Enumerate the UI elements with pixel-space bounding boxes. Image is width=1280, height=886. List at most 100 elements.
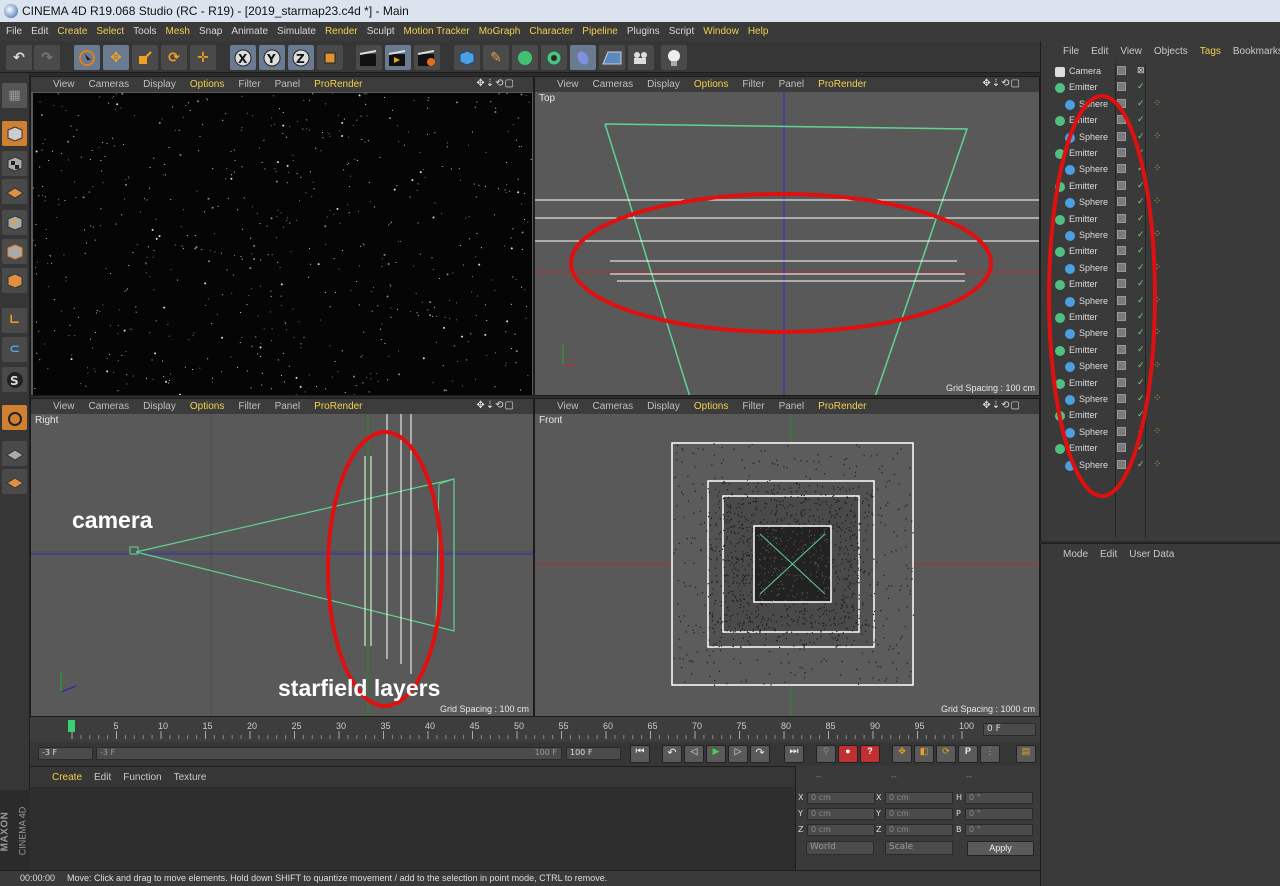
point-mode-icon[interactable] [2, 210, 27, 235]
cube-object-icon[interactable] [454, 45, 480, 70]
om-menu-file[interactable]: File [1063, 46, 1079, 57]
model-mode-icon[interactable] [2, 121, 27, 146]
render-settings-icon[interactable] [414, 45, 440, 70]
deformer-icon[interactable] [570, 45, 596, 70]
menu-animate[interactable]: Animate [231, 26, 268, 37]
vp-menu-prorender[interactable]: ProRender [314, 79, 362, 90]
coord-value-field[interactable]: 0 cm [807, 808, 875, 820]
vp-menu-panel[interactable]: Panel [275, 401, 301, 412]
menu-render[interactable]: Render [325, 26, 358, 37]
next-frame-icon[interactable]: ▷ [728, 745, 748, 763]
am-menu-user-data[interactable]: User Data [1129, 549, 1174, 560]
viewport-nav-icons[interactable]: ✥⇣⟲▢ [982, 78, 1021, 89]
coord-value-field[interactable]: 0 ° [965, 808, 1033, 820]
texture-mode-icon[interactable] [2, 151, 27, 176]
y-axis-lock-icon[interactable]: Y [259, 45, 285, 70]
previous-frame-icon[interactable]: ◁ [684, 745, 704, 763]
x-axis-lock-icon[interactable]: X [230, 45, 256, 70]
camera-object-icon[interactable] [628, 45, 654, 70]
mm-menu-function[interactable]: Function [123, 772, 161, 783]
previous-key-icon[interactable]: ↶ [662, 745, 682, 763]
timeline-ruler[interactable]: 0510152025303540455055606570758085909510… [30, 717, 1040, 742]
vp-menu-cameras[interactable]: Cameras [593, 401, 634, 412]
preview-range-slider[interactable]: -3 F 100 F [96, 747, 562, 760]
object-name[interactable]: Camera [1069, 66, 1101, 76]
vp-menu-display[interactable]: Display [143, 79, 176, 90]
om-menu-tags[interactable]: Tags [1200, 46, 1221, 57]
menu-simulate[interactable]: Simulate [277, 26, 316, 37]
enable-check-icon[interactable]: ⊠ [1137, 65, 1145, 76]
vp-menu-display[interactable]: Display [143, 401, 176, 412]
vp-menu-panel[interactable]: Panel [779, 79, 805, 90]
om-menu-edit[interactable]: Edit [1091, 46, 1108, 57]
coordinate-space-dropdown[interactable]: World [806, 841, 874, 855]
mm-menu-texture[interactable]: Texture [174, 772, 207, 783]
viewport-nav-icons[interactable]: ✥⇣⟲▢ [476, 400, 515, 411]
vp-menu-display[interactable]: Display [647, 401, 680, 412]
menu-snap[interactable]: Snap [199, 26, 222, 37]
timeline-playhead[interactable] [68, 720, 75, 732]
menu-mesh[interactable]: Mesh [166, 26, 190, 37]
solo-mode-icon[interactable] [2, 469, 27, 494]
max-time-field[interactable]: 100 F [566, 747, 621, 760]
coord-value-field[interactable]: 0 cm [807, 824, 875, 836]
coord-value-field[interactable]: 0 cm [885, 824, 953, 836]
am-menu-mode[interactable]: Mode [1063, 549, 1088, 560]
workplane-mode-icon[interactable] [2, 179, 27, 204]
layer-color-icon[interactable] [1117, 66, 1126, 75]
vp-menu-prorender[interactable]: ProRender [314, 401, 362, 412]
polygon-mode-icon[interactable] [2, 268, 27, 293]
make-editable-icon[interactable]: ▦ [2, 83, 27, 108]
vp-menu-filter[interactable]: Filter [238, 401, 260, 412]
menu-create[interactable]: Create [57, 26, 87, 37]
coord-value-field[interactable]: 0 ° [965, 824, 1033, 836]
keyframe-selection-icon[interactable]: ⚲ [816, 745, 836, 763]
snap-icon[interactable]: S [2, 367, 27, 392]
scale-tool-icon[interactable] [132, 45, 158, 70]
render-view-icon[interactable] [356, 45, 382, 70]
menu-window[interactable]: Window [703, 26, 739, 37]
menu-character[interactable]: Character [529, 26, 573, 37]
coord-value-field[interactable]: 0 ° [965, 792, 1033, 804]
live-selection-icon[interactable] [74, 45, 100, 70]
am-menu-edit[interactable]: Edit [1100, 549, 1117, 560]
go-to-start-icon[interactable]: ⏮ [630, 745, 650, 763]
menu-sculpt[interactable]: Sculpt [367, 26, 395, 37]
key-parameter-icon[interactable]: P [958, 745, 978, 763]
vp-menu-options[interactable]: Options [190, 401, 224, 412]
scheme-settings-icon[interactable]: ▤ [1016, 745, 1036, 763]
menu-mograph[interactable]: MoGraph [479, 26, 521, 37]
vp-menu-options[interactable]: Options [694, 401, 728, 412]
coordinate-mode-dropdown[interactable]: Scale [885, 841, 953, 855]
key-rotation-icon[interactable]: ⟳ [936, 745, 956, 763]
undo-icon[interactable]: ↶ [6, 45, 32, 70]
cloner-icon[interactable] [541, 45, 567, 70]
vp-menu-filter[interactable]: Filter [742, 79, 764, 90]
coordinate-system-icon[interactable] [317, 45, 343, 70]
menu-plugins[interactable]: Plugins [627, 26, 660, 37]
redo-icon[interactable]: ↷ [34, 45, 60, 70]
move-tool-icon[interactable]: ✥ [103, 45, 129, 70]
vp-menu-cameras[interactable]: Cameras [593, 79, 634, 90]
vp-menu-view[interactable]: View [53, 79, 75, 90]
key-pla-icon[interactable]: ⋮ [980, 745, 1000, 763]
object-row-camera[interactable]: Camera ⊠ [1041, 64, 1280, 80]
record-active-objects-icon[interactable]: ● [838, 745, 858, 763]
autokeying-icon[interactable]: ? [860, 745, 880, 763]
coord-value-field[interactable]: 0 cm [807, 792, 875, 804]
om-menu-objects[interactable]: Objects [1154, 46, 1188, 57]
menu-script[interactable]: Script [669, 26, 695, 37]
viewport-front[interactable]: View Cameras Display Options Filter Pane… [534, 398, 1040, 717]
vp-menu-filter[interactable]: Filter [238, 79, 260, 90]
tweak-mode-icon[interactable]: ⊂ [2, 337, 27, 362]
menu-help[interactable]: Help [748, 26, 769, 37]
vp-menu-options[interactable]: Options [190, 79, 224, 90]
om-menu-bookmarks[interactable]: Bookmarks [1233, 46, 1280, 57]
vp-menu-view[interactable]: View [557, 79, 579, 90]
om-menu-view[interactable]: View [1120, 46, 1142, 57]
vp-menu-display[interactable]: Display [647, 79, 680, 90]
planar-workplane-icon[interactable] [2, 441, 27, 466]
vp-menu-view[interactable]: View [557, 401, 579, 412]
vp-menu-prorender[interactable]: ProRender [818, 79, 866, 90]
edge-mode-icon[interactable] [2, 239, 27, 264]
